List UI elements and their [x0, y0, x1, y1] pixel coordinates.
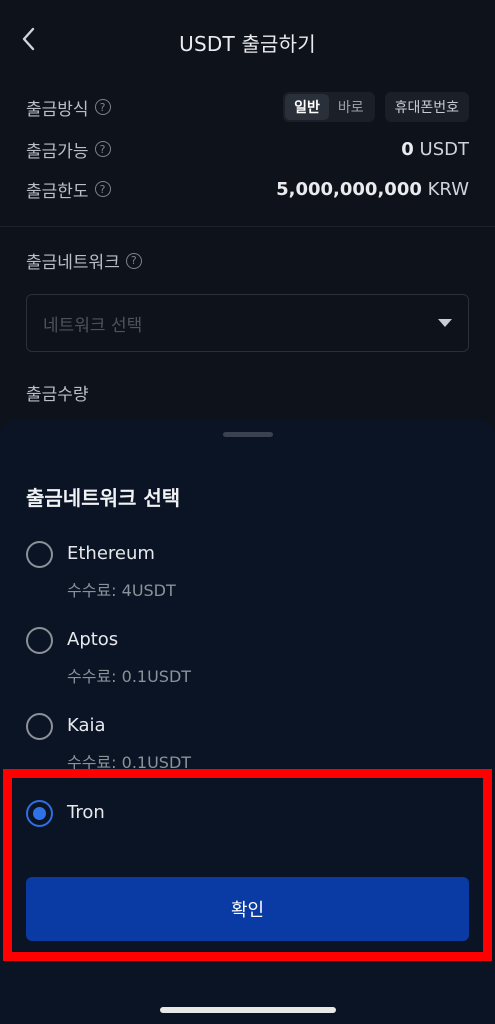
radio-icon[interactable]	[26, 541, 53, 568]
option-fee: 수수료: 0.1USDT	[67, 753, 192, 772]
quantity-label: 출금수량	[26, 385, 89, 405]
limit-unit: KRW	[427, 178, 469, 200]
limit-value: 5,000,000,000 KRW	[276, 179, 469, 200]
available-label-group: 출금가능 ?	[26, 137, 111, 162]
radio-icon[interactable]	[26, 713, 53, 740]
method-option-normal[interactable]: 일반	[285, 94, 329, 120]
home-indicator[interactable]	[160, 1007, 336, 1013]
help-icon[interactable]: ?	[125, 252, 142, 269]
available-amount: 0	[401, 138, 414, 160]
network-label: 출금네트워크	[26, 253, 120, 273]
network-label-group: 출금네트워크 ?	[26, 248, 142, 273]
network-bottom-sheet: 출금네트워크 선택 Ethereum 수수료: 4USDT Aptos 수수료:…	[0, 420, 495, 1024]
limit-label-group: 출금한도 ?	[26, 177, 111, 202]
screen: USDT 출금하기 출금방식 ? 일반 바로 휴대폰번호 출금가능 ? 0 US…	[0, 0, 495, 1024]
caret-down-icon	[438, 319, 452, 327]
option-name: Kaia	[67, 715, 106, 736]
option-name: Tron	[67, 802, 105, 823]
option-fee: 수수료: 0.1USDT	[67, 667, 192, 686]
limit-amount: 5,000,000,000	[276, 178, 422, 200]
network-option-tron[interactable]: Tron	[26, 800, 469, 870]
divider	[0, 226, 495, 227]
confirm-button[interactable]: 확인	[26, 877, 469, 941]
method-selector: 일반 바로 휴대폰번호	[283, 92, 469, 122]
sheet-title: 출금네트워크 선택	[26, 486, 181, 510]
network-option-ethereum[interactable]: Ethereum 수수료: 4USDT	[26, 541, 469, 611]
limit-row: 출금한도 ? 5,000,000,000 KRW	[26, 175, 469, 203]
page-title: USDT 출금하기	[179, 32, 316, 56]
method-option-phone[interactable]: 휴대폰번호	[384, 92, 469, 122]
network-select-placeholder: 네트워크 선택	[43, 315, 143, 336]
radio-checked-icon[interactable]	[26, 800, 53, 827]
available-row: 출금가능 ? 0 USDT	[26, 135, 469, 163]
limit-label: 출금한도	[26, 181, 89, 202]
option-name: Aptos	[67, 629, 119, 650]
option-fee: 수수료: 4USDT	[67, 581, 176, 600]
available-value: 0 USDT	[401, 139, 469, 160]
available-unit: USDT	[419, 138, 469, 160]
method-label: 출금방식	[26, 99, 89, 120]
help-icon[interactable]: ?	[94, 181, 111, 197]
method-label-group: 출금방식 ?	[26, 95, 111, 120]
radio-icon[interactable]	[26, 627, 53, 654]
method-row: 출금방식 ? 일반 바로 휴대폰번호	[26, 92, 469, 122]
network-select[interactable]: 네트워크 선택	[26, 294, 469, 352]
network-option-kaia[interactable]: Kaia 수수료: 0.1USDT	[26, 713, 469, 783]
network-option-aptos[interactable]: Aptos 수수료: 0.1USDT	[26, 627, 469, 697]
help-icon[interactable]: ?	[94, 99, 111, 115]
method-toggle: 일반 바로	[283, 92, 375, 122]
method-option-instant[interactable]: 바로	[329, 94, 373, 120]
available-label: 출금가능	[26, 141, 89, 162]
option-name: Ethereum	[67, 543, 155, 564]
help-icon[interactable]: ?	[94, 141, 111, 157]
sheet-grabber[interactable]	[223, 432, 273, 437]
header: USDT 출금하기	[0, 0, 495, 80]
